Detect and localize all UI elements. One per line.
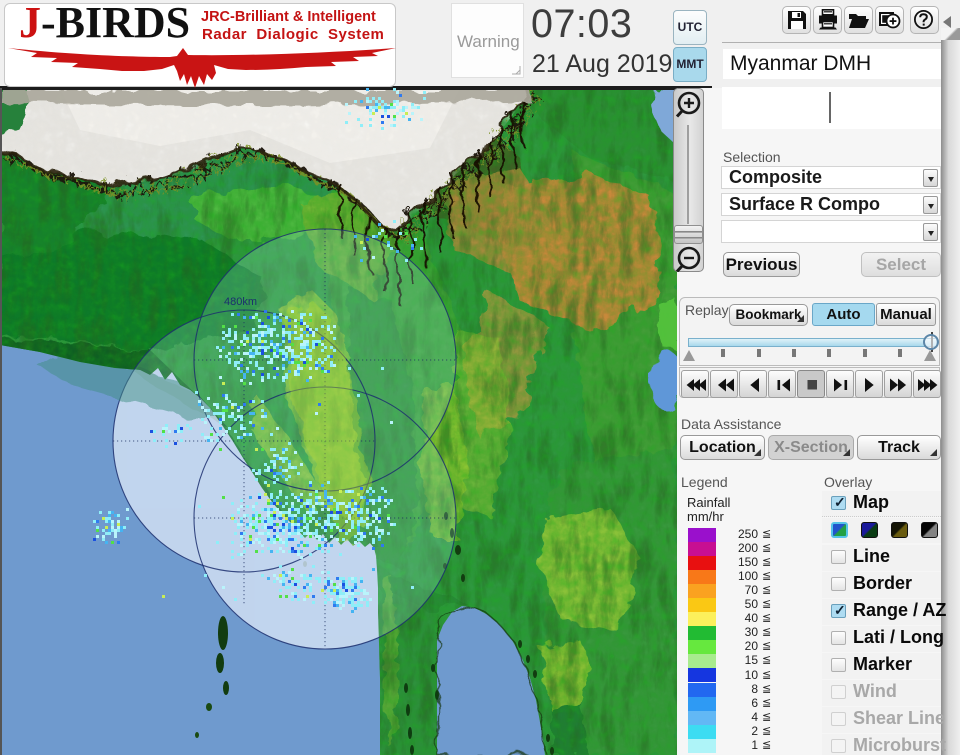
svg-text:480km: 480km [224, 296, 257, 308]
